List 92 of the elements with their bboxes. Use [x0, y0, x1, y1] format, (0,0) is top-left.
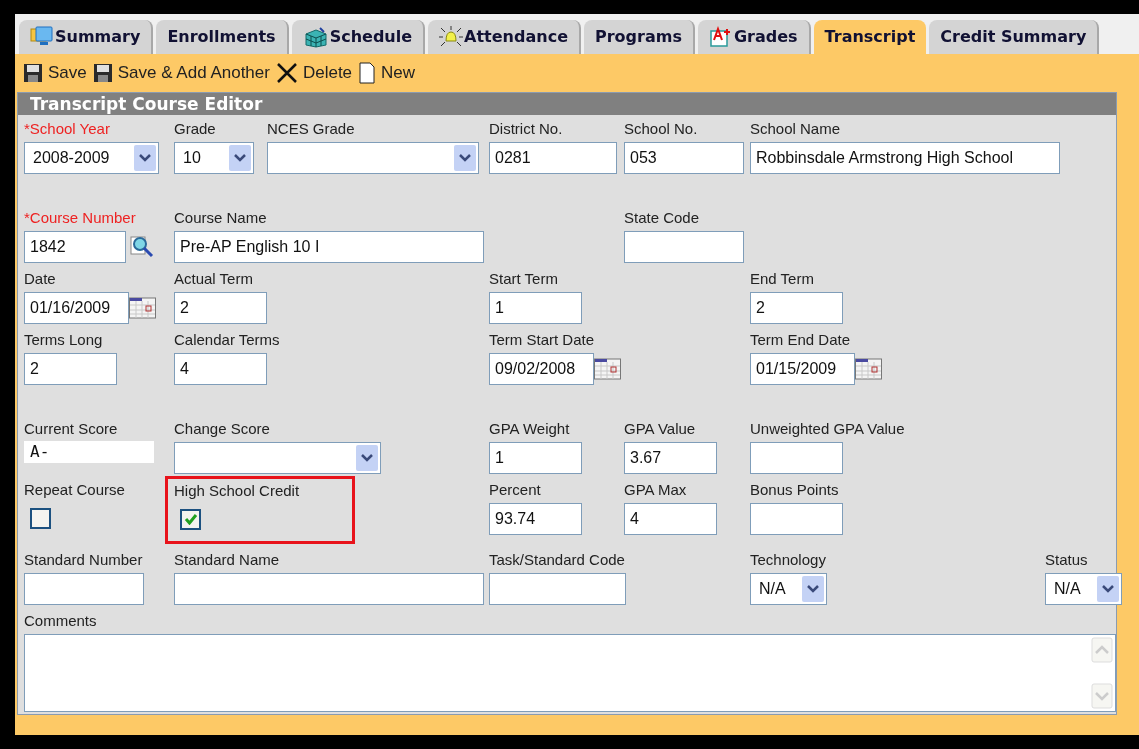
- field-label: District No.: [489, 119, 563, 139]
- calendar-icon: [594, 357, 621, 380]
- scroll-down-icon[interactable]: [1091, 683, 1113, 709]
- field-label: Repeat Course: [24, 480, 125, 500]
- field-label: Grade: [174, 119, 216, 139]
- input-field[interactable]: 4: [174, 353, 267, 385]
- field-label: *Course Number: [24, 208, 136, 228]
- field-label: State Code: [624, 208, 700, 228]
- field-label: Standard Number: [24, 550, 143, 570]
- field-label: Start Term: [489, 269, 558, 289]
- field-label: End Term: [750, 269, 814, 289]
- input-field[interactable]: 1842: [24, 231, 126, 263]
- monitor-icon: [30, 26, 54, 48]
- input-field[interactable]: [750, 503, 843, 535]
- tab[interactable]: Summary: [19, 20, 154, 54]
- checkbox[interactable]: [180, 508, 201, 530]
- input-field[interactable]: [624, 231, 744, 263]
- tab[interactable]: Transcript: [813, 20, 927, 54]
- field-label: School No.: [624, 119, 698, 139]
- dropdown[interactable]: [174, 442, 381, 474]
- input-field[interactable]: 09/02/2008: [489, 353, 594, 385]
- field-label: *School Year: [24, 119, 110, 139]
- toolbar-button[interactable]: Delete: [275, 60, 353, 86]
- input-field[interactable]: 1: [489, 292, 582, 324]
- field-label: GPA Value: [624, 419, 696, 439]
- input-field[interactable]: 4: [624, 503, 717, 535]
- field-label: NCES Grade: [267, 119, 355, 139]
- field-label: Terms Long: [24, 330, 103, 350]
- blank-page-icon: [358, 62, 377, 84]
- checkbox[interactable]: [30, 507, 51, 529]
- search-icon[interactable]: [130, 233, 156, 260]
- tab[interactable]: Schedule: [291, 20, 426, 54]
- scroll-up-icon[interactable]: [1091, 637, 1113, 663]
- input-field[interactable]: [174, 573, 484, 605]
- input-field[interactable]: 01/15/2009: [750, 353, 855, 385]
- input-field[interactable]: [24, 573, 144, 605]
- input-field[interactable]: 2: [750, 292, 843, 324]
- field-label: Current Score: [24, 419, 118, 439]
- field-label: Bonus Points: [750, 480, 839, 500]
- tab[interactable]: Attendance: [428, 20, 581, 54]
- tab[interactable]: Programs: [584, 20, 695, 54]
- field-label: Actual Term: [174, 269, 253, 289]
- input-field[interactable]: 1: [489, 442, 582, 474]
- toolbar-button[interactable]: Save & Add Another: [92, 60, 270, 86]
- toolbar-button[interactable]: Save: [23, 60, 87, 86]
- input-field[interactable]: 2: [174, 292, 267, 324]
- field-label: Term Start Date: [489, 330, 595, 350]
- input-field[interactable]: 053: [624, 142, 744, 174]
- input-field[interactable]: [750, 442, 843, 474]
- input-field[interactable]: 3.67: [624, 442, 717, 474]
- field-label: Course Name: [174, 208, 267, 228]
- field-label: High School Credit: [174, 481, 300, 501]
- score-value: A-: [24, 441, 154, 463]
- field-label: Change Score: [174, 419, 270, 439]
- input-field[interactable]: 2: [24, 353, 117, 385]
- field-label: Task/Standard Code: [489, 550, 625, 570]
- field-label: School Name: [750, 119, 841, 139]
- dropdown[interactable]: N/A: [1045, 573, 1122, 605]
- field-label: Calendar Terms: [174, 330, 280, 350]
- input-field[interactable]: 01/16/2009: [24, 292, 129, 324]
- field-label: Standard Name: [174, 550, 280, 570]
- input-field[interactable]: Robbinsdale Armstrong High School: [750, 142, 1060, 174]
- field-label: Comments: [24, 611, 97, 631]
- dropdown[interactable]: 10: [174, 142, 254, 174]
- field-label: Unweighted GPA Value: [750, 419, 905, 439]
- input-field[interactable]: Pre-AP English 10 I: [174, 231, 484, 263]
- close-icon: [275, 62, 298, 84]
- calendar-icon: [855, 357, 882, 380]
- grid-cube-icon: [302, 26, 329, 48]
- input-field[interactable]: [489, 573, 626, 605]
- grade-a-plus-icon: [708, 26, 733, 48]
- toolbar-button[interactable]: New: [358, 60, 416, 86]
- field-label: Status: [1045, 550, 1088, 570]
- tab[interactable]: Grades: [697, 20, 811, 54]
- dropdown[interactable]: N/A: [750, 573, 827, 605]
- tab[interactable]: Credit Summary: [929, 20, 1100, 54]
- field-label: Percent: [489, 480, 541, 500]
- bell-icon: [439, 26, 464, 48]
- comments-textarea[interactable]: [24, 634, 1116, 712]
- checkmark-icon: [183, 513, 198, 525]
- field-label: GPA Weight: [489, 419, 570, 439]
- dropdown[interactable]: [267, 142, 479, 174]
- calendar-icon: [129, 296, 156, 319]
- field-label: GPA Max: [624, 480, 687, 500]
- field-label: Technology: [750, 550, 826, 570]
- field-label: Term End Date: [750, 330, 851, 350]
- panel-title: Transcript Course Editor: [18, 93, 1116, 115]
- field-label: Date: [24, 269, 56, 289]
- input-field[interactable]: 0281: [489, 142, 617, 174]
- dropdown[interactable]: 2008-2009: [24, 142, 159, 174]
- input-field[interactable]: 93.74: [489, 503, 582, 535]
- tab[interactable]: Enrollments: [156, 20, 289, 54]
